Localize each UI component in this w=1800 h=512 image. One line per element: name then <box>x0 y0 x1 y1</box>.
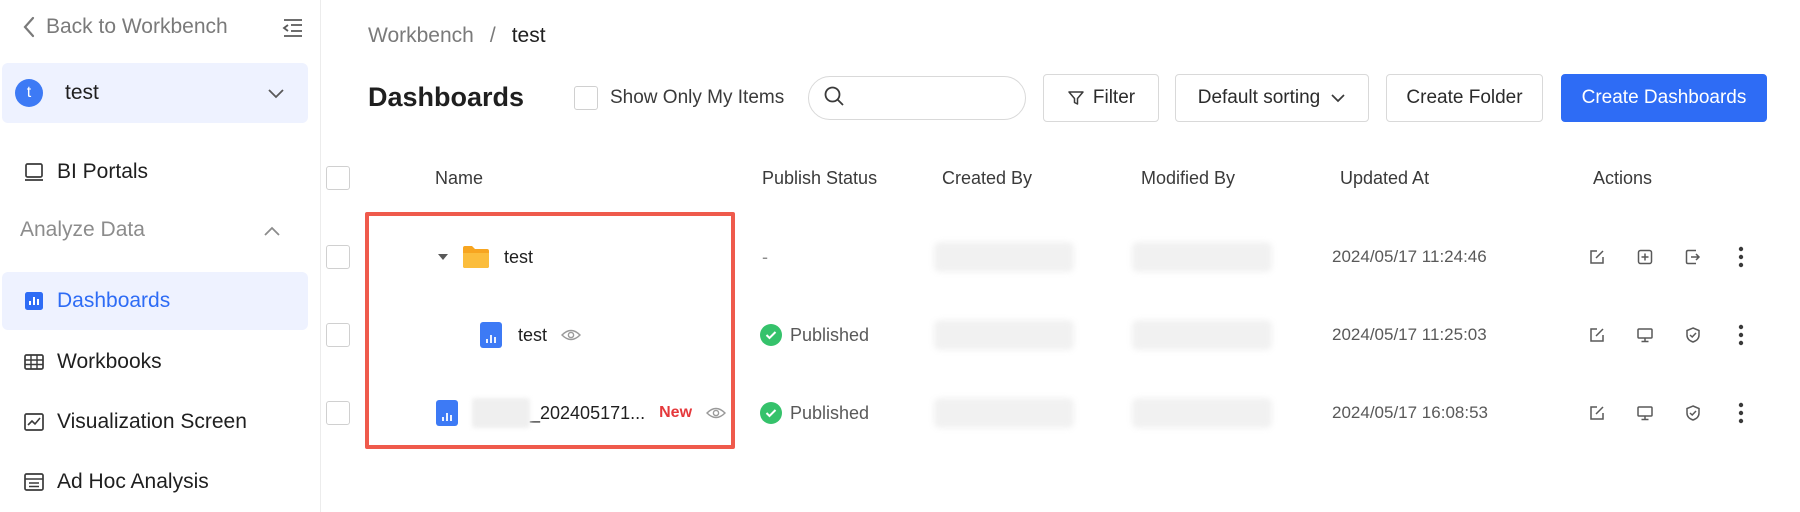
filter-icon <box>1067 89 1085 107</box>
list-icon <box>22 470 46 494</box>
show-mine-label: Show Only My Items <box>610 87 785 108</box>
sidebar-item-label: Ad Hoc Analysis <box>57 470 209 493</box>
status-text: Published <box>790 402 870 423</box>
modified-by-redacted <box>1132 398 1272 428</box>
sidebar-item-bi-portals[interactable]: BI Portals <box>2 143 308 201</box>
back-label: Back to Workbench <box>46 15 228 38</box>
shield-check-icon[interactable] <box>1680 322 1706 348</box>
check-circle-icon <box>760 402 782 424</box>
create-folder-button[interactable]: Create Folder <box>1386 74 1543 122</box>
table-row[interactable]: test - 2024/05/17 11:24:46 <box>322 222 1800 292</box>
filter-button[interactable]: Filter <box>1043 74 1159 122</box>
search-icon <box>823 85 845 112</box>
sidebar-item-ad-hoc-analysis[interactable]: Ad Hoc Analysis <box>2 453 308 511</box>
page-title: Dashboards <box>368 82 525 112</box>
chevron-down-icon <box>266 83 286 103</box>
updated-at: 2024/05/17 16:08:53 <box>1332 403 1488 422</box>
created-by-redacted <box>934 242 1074 272</box>
modified-by-redacted <box>1132 320 1272 350</box>
created-by-redacted <box>934 320 1074 350</box>
sidebar: Back to Workbench t test BI Portals Anal… <box>0 0 321 512</box>
sidebar-item-visualization-screen[interactable]: Visualization Screen <box>2 393 308 451</box>
more-options-icon[interactable] <box>1728 322 1754 348</box>
updated-at: 2024/05/17 11:25:03 <box>1332 325 1487 344</box>
column-header-name[interactable]: Name <box>435 168 483 189</box>
table-icon <box>22 350 46 374</box>
create-dashboards-button[interactable]: Create Dashboards <box>1561 74 1767 122</box>
workspace-avatar: t <box>15 79 43 107</box>
dashboard-icon <box>436 400 458 426</box>
sidebar-item-label: BI Portals <box>57 160 149 183</box>
line-chart-icon <box>22 410 46 434</box>
breadcrumb: Workbench / test <box>368 24 546 48</box>
show-only-my-items-toggle[interactable]: Show Only My Items <box>574 86 784 110</box>
collapse-sidebar-icon[interactable] <box>282 17 304 39</box>
breadcrumb-current: test <box>511 24 546 47</box>
sort-dropdown[interactable]: Default sorting <box>1175 74 1369 122</box>
monitor-icon <box>22 160 46 184</box>
row-name[interactable]: test <box>504 247 533 268</box>
status-text: Published <box>790 324 870 345</box>
add-box-icon[interactable] <box>1632 244 1658 270</box>
main-content: Workbench / test Dashboards Show Only My… <box>322 0 1800 512</box>
bar-chart-icon <box>22 289 46 313</box>
sidebar-item-label: Dashboards <box>57 289 171 312</box>
column-header-publish-status[interactable]: Publish Status <box>762 168 877 189</box>
more-options-icon[interactable] <box>1728 400 1754 426</box>
folder-icon <box>462 244 490 270</box>
check-circle-icon <box>760 324 782 346</box>
publish-status: Published <box>760 324 869 346</box>
row-checkbox[interactable] <box>326 401 350 425</box>
section-label-analyze-data: Analyze Data <box>20 218 145 241</box>
breadcrumb-workbench[interactable]: Workbench <box>368 24 474 48</box>
column-header-created-by[interactable]: Created By <box>942 168 1032 189</box>
column-header-actions: Actions <box>1593 168 1653 188</box>
monitor-icon[interactable] <box>1632 400 1658 426</box>
chevron-down-icon <box>1330 90 1346 106</box>
new-badge: New <box>659 404 693 421</box>
edit-icon[interactable] <box>1584 244 1610 270</box>
search-box[interactable] <box>808 76 1026 120</box>
breadcrumb-separator: / <box>489 24 496 47</box>
workspace-selector[interactable]: t test <box>2 63 308 123</box>
chevron-up-icon[interactable] <box>262 222 282 242</box>
sidebar-item-label: Workbooks <box>57 350 162 373</box>
updated-at: 2024/05/17 11:24:46 <box>1332 247 1487 266</box>
table-row[interactable]: test Published 2024/05/17 11:25:03 <box>322 300 1800 370</box>
edit-icon[interactable] <box>1584 400 1610 426</box>
dashboard-icon <box>480 322 502 348</box>
move-icon[interactable] <box>1680 244 1706 270</box>
column-header-modified-by[interactable]: Modified By <box>1141 168 1235 189</box>
row-name[interactable]: _202405171... <box>530 403 645 424</box>
shield-check-icon[interactable] <box>1680 400 1706 426</box>
show-mine-checkbox[interactable] <box>574 86 598 110</box>
publish-status: Published <box>760 402 869 424</box>
sidebar-item-dashboards[interactable]: Dashboards <box>2 272 308 330</box>
publish-status: - <box>762 246 768 267</box>
eye-icon[interactable] <box>561 328 582 342</box>
row-checkbox[interactable] <box>326 245 350 269</box>
search-input[interactable] <box>855 87 1015 109</box>
sidebar-item-label: Visualization Screen <box>57 410 247 433</box>
back-to-workbench-link[interactable]: Back to Workbench <box>22 8 304 46</box>
monitor-icon[interactable] <box>1632 322 1658 348</box>
filter-label: Filter <box>1092 87 1136 108</box>
modified-by-redacted <box>1132 242 1272 272</box>
row-name[interactable]: test <box>518 325 547 346</box>
sidebar-item-workbooks[interactable]: Workbooks <box>2 333 308 391</box>
sort-label: Default sorting <box>1197 87 1321 108</box>
more-options-icon[interactable] <box>1728 244 1754 270</box>
workspace-name: test <box>65 81 99 104</box>
caret-down-icon[interactable] <box>436 250 450 264</box>
select-all-checkbox[interactable] <box>326 166 350 190</box>
chevron-left-icon <box>22 16 40 38</box>
table-header: Name Publish Status Created By Modified … <box>322 160 1800 196</box>
created-by-redacted <box>934 398 1074 428</box>
edit-icon[interactable] <box>1584 322 1610 348</box>
eye-icon[interactable] <box>706 406 727 420</box>
table-row[interactable]: _202405171... New Published 2024/05/17 1… <box>322 378 1800 448</box>
name-prefix-redacted <box>472 398 530 428</box>
column-header-updated-at[interactable]: Updated At <box>1340 168 1429 189</box>
row-checkbox[interactable] <box>326 323 350 347</box>
